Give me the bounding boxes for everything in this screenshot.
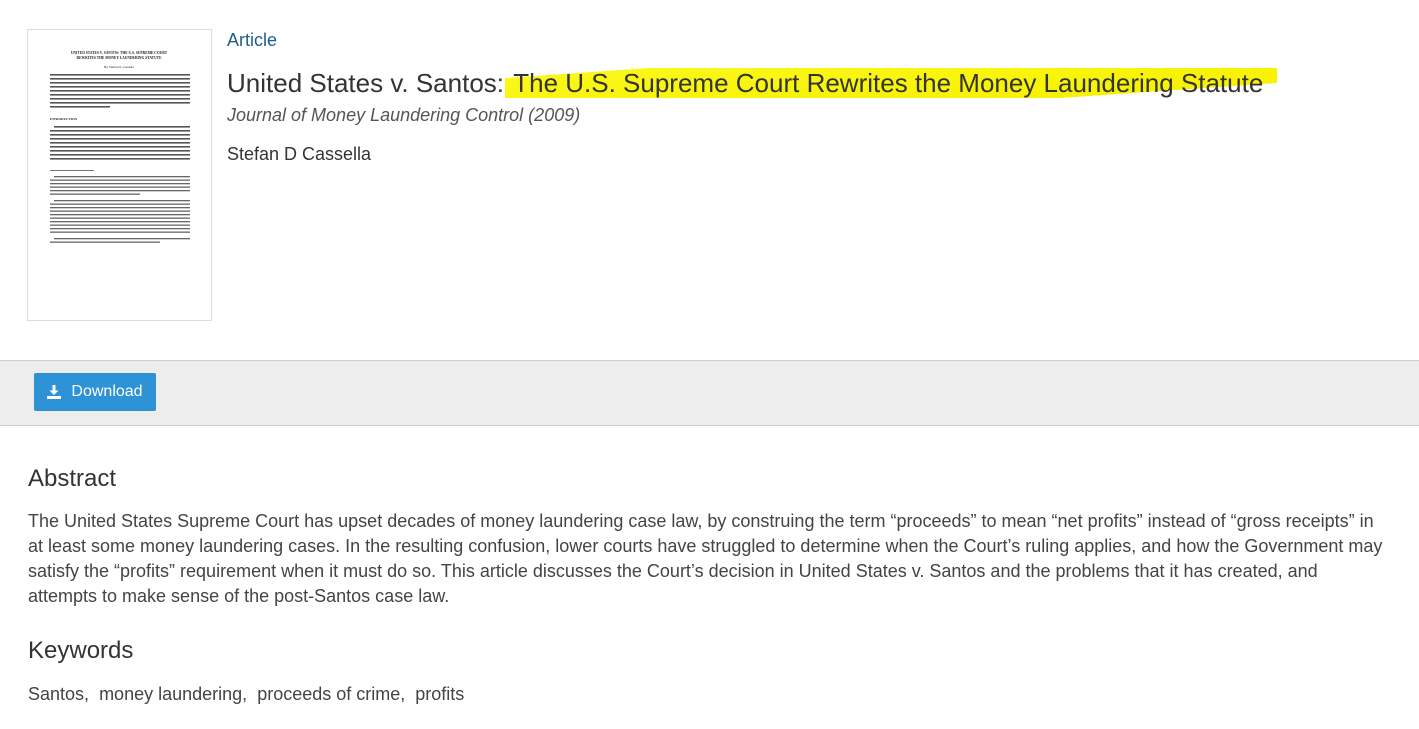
keyword-item[interactable]: money laundering,: [99, 684, 247, 704]
download-button[interactable]: Download: [34, 373, 156, 411]
action-bar: Download: [0, 360, 1419, 426]
thumbnail-footnote-rule: [50, 170, 94, 171]
journal-citation: Journal of Money Laundering Control (200…: [227, 105, 581, 125]
article-title-highlighted: The U.S. Supreme Court Rewrites the Mone…: [505, 68, 1278, 98]
keyword-item[interactable]: proceeds of crime,: [257, 684, 405, 704]
article-title: United States v. Santos: The U.S. Suprem…: [227, 68, 1278, 99]
keyword-item[interactable]: profits: [415, 684, 464, 704]
download-button-label: Download: [71, 383, 143, 400]
thumbnail-abstract-lines: [50, 74, 190, 108]
keywords-heading: Keywords: [28, 637, 134, 664]
abstract-heading: Abstract: [28, 465, 117, 492]
thumbnail-byline: By Stefan D. Cassella: [104, 65, 134, 69]
download-icon: [47, 385, 62, 399]
author-name: Stefan D Cassella: [227, 144, 372, 164]
thumbnail-body-lines: [50, 126, 190, 160]
thumbnail-section-heading: INTRODUCTION: [50, 117, 78, 121]
thumbnail-title-line-1: UNITED STATES V. SANTOS: THE U.S. SUPREM…: [71, 51, 168, 55]
abstract-text: The United States Supreme Court has upse…: [28, 511, 1383, 606]
article-thumbnail[interactable]: UNITED STATES V. SANTOS: THE U.S. SUPREM…: [27, 29, 212, 321]
thumbnail-title-line-2: REWRITES THE MONEY LAUNDERING STATUTE: [77, 56, 163, 60]
thumbnail-footnote-lines: [50, 176, 190, 243]
article-title-plain: United States v. Santos:: [227, 68, 512, 98]
article-type-link[interactable]: Article: [227, 30, 277, 51]
keyword-list: Santos, money laundering, proceeds of cr…: [28, 684, 464, 705]
keyword-item[interactable]: Santos,: [28, 684, 89, 704]
